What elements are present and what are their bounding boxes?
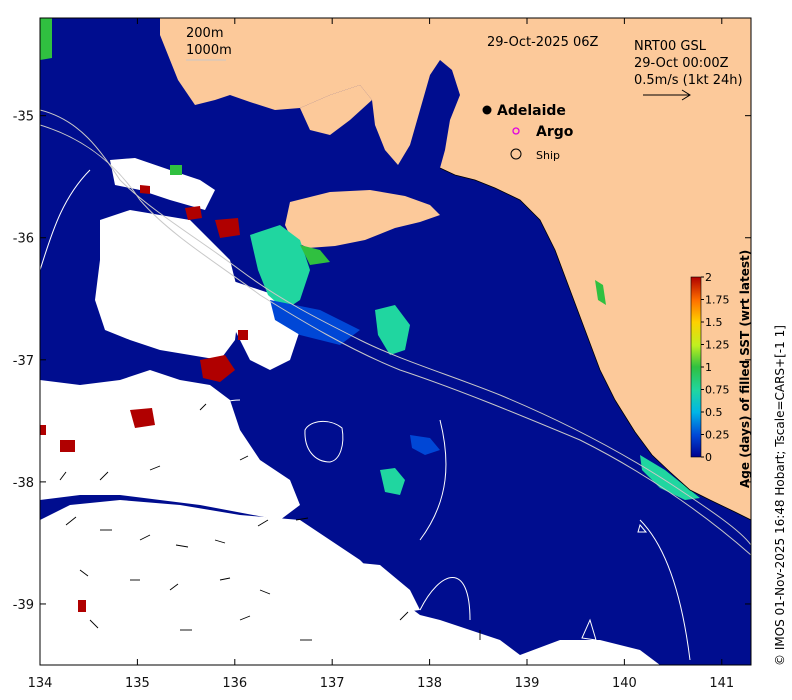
ship-label: Ship <box>536 149 560 162</box>
y-tick-label: -36 <box>13 232 34 247</box>
colorbar-tick-label: 1.25 <box>705 339 730 352</box>
adelaide-marker <box>482 105 492 115</box>
colorbar-gradient <box>690 276 702 458</box>
colorbar-tick-label: 0.5 <box>705 406 723 419</box>
x-tick-label: 135 <box>125 676 150 691</box>
sst-age-map: 134 135 136 137 138 139 140 141 -35 -36 -37 -38 -39… <box>13 17 787 691</box>
x-tick-label: 140 <box>612 676 637 691</box>
y-tick-label: -39 <box>13 598 34 613</box>
x-tick-label: 136 <box>222 676 247 691</box>
colorbar-tick-label: 2 <box>705 271 712 284</box>
depth-label-1000m: 1000m <box>186 43 232 58</box>
x-tick-label: 137 <box>320 676 345 691</box>
colorbar-title: Age (days) of filled SST (wrt latest) <box>738 250 752 488</box>
colorbar-tick-label: 0.25 <box>705 429 730 442</box>
y-tick-label: -38 <box>13 476 34 491</box>
x-tick-label: 138 <box>417 676 442 691</box>
depth-label-200m: 200m <box>186 26 223 41</box>
x-tick-label: 141 <box>709 676 734 691</box>
map-area <box>40 18 751 665</box>
current-info-line3: 0.5m/s (1kt 24h) <box>634 73 743 88</box>
y-tick-label: -37 <box>13 354 34 369</box>
current-info-line1: NRT00 GSL <box>634 39 707 54</box>
x-tick-label: 134 <box>28 676 53 691</box>
y-tick-label: -35 <box>13 110 34 125</box>
colorbar-tick-label: 1.75 <box>705 294 730 307</box>
colorbar-tick-label: 1.5 <box>705 316 723 329</box>
x-tick-label: 139 <box>515 676 540 691</box>
credit-text: © IMOS 01-Nov-2025 16:48 Hobart; Tscale=… <box>773 325 787 666</box>
colorbar-tick-label: 1 <box>705 361 712 374</box>
colorbar-tick-label: 0 <box>705 451 712 464</box>
argo-label: Argo <box>536 124 574 140</box>
colorbar-tick-label: 0.75 <box>705 384 730 397</box>
adelaide-label: Adelaide <box>497 103 566 119</box>
date-label: 29-Oct-2025 06Z <box>487 35 599 50</box>
current-info-line2: 29-Oct 00:00Z <box>634 56 729 71</box>
